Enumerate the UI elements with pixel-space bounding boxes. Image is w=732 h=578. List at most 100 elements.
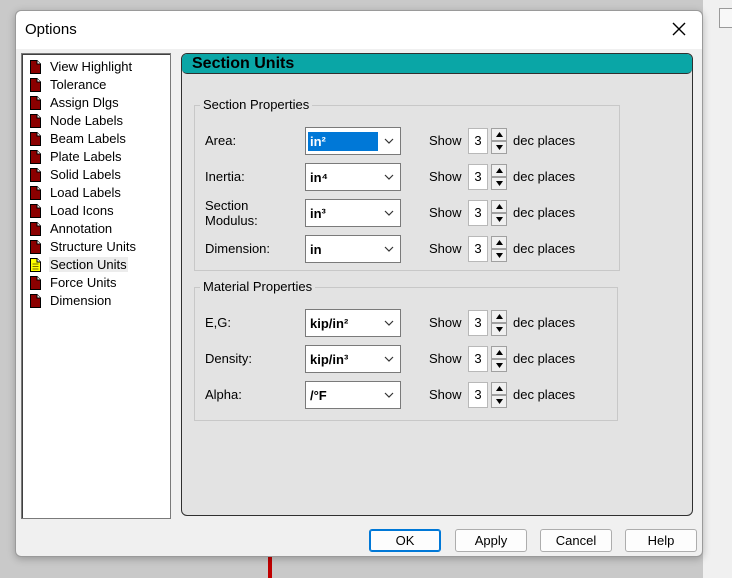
spin-up-button[interactable] (491, 382, 507, 395)
page-icon (30, 113, 41, 128)
close-icon (672, 22, 686, 36)
property-label: Inertia: (205, 169, 245, 184)
background-structure-line (268, 556, 272, 578)
decimals-spinner[interactable] (491, 128, 507, 154)
dec-places-label: dec places (513, 205, 576, 220)
decimals-field[interactable]: 3 (468, 164, 488, 190)
tree-item[interactable]: Plate Labels (30, 148, 123, 165)
tree-item[interactable]: Solid Labels (30, 166, 122, 183)
unit-combo[interactable]: in⁴ (305, 163, 401, 191)
spin-up-icon (495, 204, 503, 209)
decimals-spinner[interactable] (491, 382, 507, 408)
dec-places-label: dec places (513, 241, 576, 256)
property-label: Density: (205, 351, 252, 366)
tree-item[interactable]: Dimension (30, 292, 112, 309)
background-tab (719, 8, 732, 28)
unit-combo[interactable]: /°F (305, 381, 401, 409)
spin-up-button[interactable] (491, 200, 507, 213)
tree-item[interactable]: Beam Labels (30, 130, 127, 147)
cancel-button[interactable]: Cancel (540, 529, 612, 552)
decimals-spinner[interactable] (491, 236, 507, 262)
spin-down-button[interactable] (491, 213, 507, 226)
tree-item[interactable]: Assign Dlgs (30, 94, 120, 111)
spin-down-button[interactable] (491, 395, 507, 408)
spin-up-icon (495, 314, 503, 319)
unit-combo[interactable]: kip/in³ (305, 345, 401, 373)
decimals-field[interactable]: 3 (468, 382, 488, 408)
tree-item-label: Force Units (50, 275, 117, 290)
tree-item-label: Load Icons (50, 203, 114, 218)
tree-item-label: Beam Labels (50, 131, 126, 146)
unit-combo[interactable]: in (305, 235, 401, 263)
show-label: Show (429, 241, 462, 256)
dec-places-label: dec places (513, 133, 576, 148)
tree-item[interactable]: Section Units (30, 256, 128, 273)
material-properties-title: Material Properties (200, 279, 316, 294)
page-icon (30, 275, 41, 290)
property-label: E,G: (205, 315, 232, 330)
tree-item-label: Structure Units (50, 239, 136, 254)
spin-up-button[interactable] (491, 164, 507, 177)
spin-up-button[interactable] (491, 128, 507, 141)
decimals-spinner[interactable] (491, 346, 507, 372)
property-label: Alpha: (205, 387, 242, 402)
tree-item-label: View Highlight (50, 59, 133, 74)
tree-item[interactable]: Node Labels (30, 112, 124, 129)
show-label: Show (429, 169, 462, 184)
tree-item-label: Assign Dlgs (50, 95, 119, 110)
decimals-spinner[interactable] (491, 164, 507, 190)
tree-item[interactable]: Load Icons (30, 202, 115, 219)
property-label: Area: (205, 133, 237, 148)
apply-button[interactable]: Apply (455, 529, 527, 552)
unit-combo[interactable]: kip/in² (305, 309, 401, 337)
decimals-field[interactable]: 3 (468, 236, 488, 262)
spin-up-button[interactable] (491, 346, 507, 359)
dec-places-label: dec places (513, 169, 576, 184)
unit-value: kip/in² (310, 316, 349, 331)
decimals-spinner[interactable] (491, 310, 507, 336)
page-icon (30, 293, 41, 308)
ok-button[interactable]: OK (369, 529, 441, 552)
chevron-down-icon (384, 246, 394, 252)
spin-up-icon (495, 386, 503, 391)
spin-down-icon (495, 217, 503, 222)
unit-value: in⁴ (310, 170, 328, 185)
tree-item-label: Tolerance (50, 77, 107, 92)
spin-down-button[interactable] (491, 141, 507, 154)
close-button[interactable] (656, 11, 702, 47)
options-dialog: Options View Highlight Tolerance Assign Dl… (15, 10, 703, 557)
tree-item[interactable]: Force Units (30, 274, 117, 291)
help-button[interactable]: Help (625, 529, 697, 552)
options-tree[interactable]: View Highlight Tolerance Assign Dlgs Node L… (21, 53, 171, 519)
tree-item-label: Plate Labels (50, 149, 122, 164)
chevron-down-icon (384, 138, 394, 144)
spin-up-button[interactable] (491, 236, 507, 249)
tree-item[interactable]: Structure Units (30, 238, 137, 255)
decimals-spinner[interactable] (491, 200, 507, 226)
unit-combo[interactable]: in² (305, 127, 401, 155)
unit-combo[interactable]: in³ (305, 199, 401, 227)
decimals-field[interactable]: 3 (468, 346, 488, 372)
tree-item[interactable]: View Highlight (30, 58, 133, 75)
spin-down-button[interactable] (491, 323, 507, 336)
spin-up-button[interactable] (491, 310, 507, 323)
tree-item[interactable]: Load Labels (30, 184, 122, 201)
tree-item[interactable]: Annotation (30, 220, 113, 237)
page-icon (30, 239, 41, 254)
panel-title: Section Units (192, 55, 295, 72)
decimals-field[interactable]: 3 (468, 310, 488, 336)
property-label: Dimension: (205, 241, 271, 256)
decimals-field[interactable]: 3 (468, 128, 488, 154)
unit-value: /°F (310, 388, 327, 403)
show-label: Show (429, 315, 462, 330)
spin-down-button[interactable] (491, 177, 507, 190)
panel-header: Section Units (182, 54, 692, 74)
dec-places-label: dec places (513, 387, 576, 402)
unit-value: in³ (310, 206, 326, 221)
spin-down-button[interactable] (491, 249, 507, 262)
decimals-field[interactable]: 3 (468, 200, 488, 226)
spin-down-button[interactable] (491, 359, 507, 372)
show-label: Show (429, 205, 462, 220)
dec-places-label: dec places (513, 351, 576, 366)
tree-item[interactable]: Tolerance (30, 76, 107, 93)
